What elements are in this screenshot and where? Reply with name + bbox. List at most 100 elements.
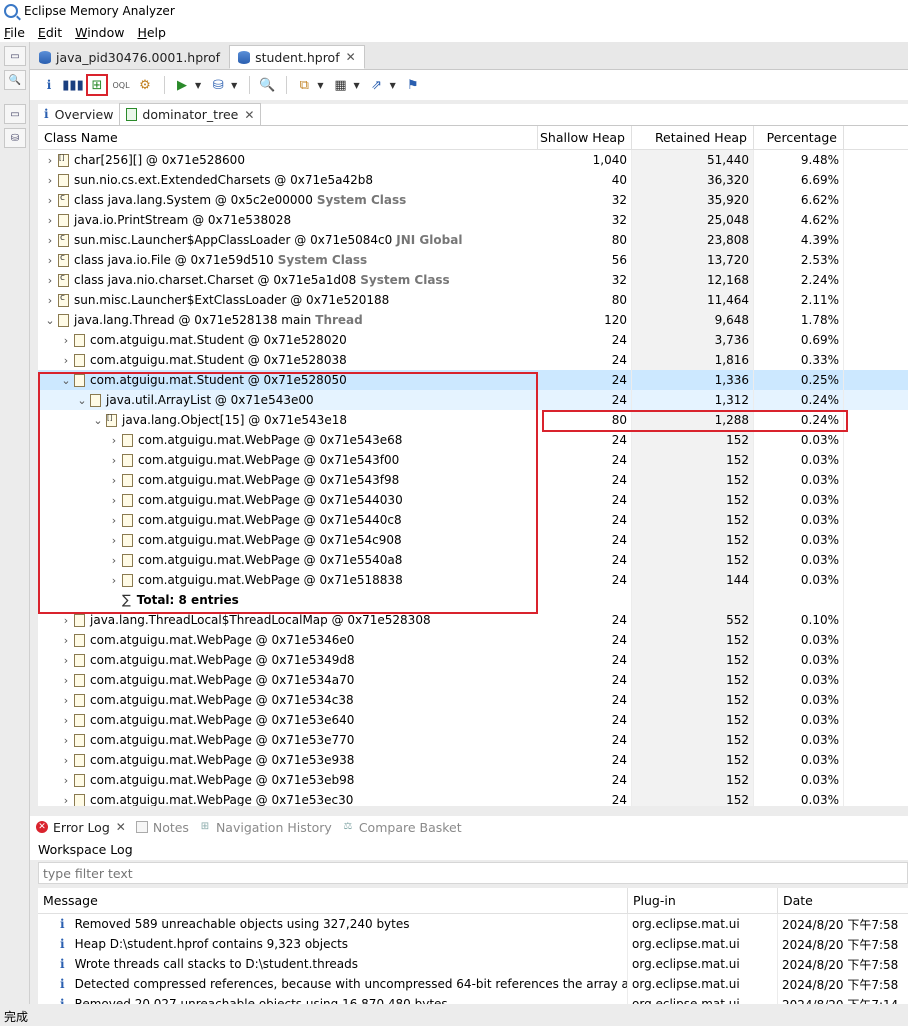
histogram-icon[interactable]: ▮▮▮ — [62, 74, 84, 96]
log-row[interactable]: i Removed 589 unreachable objects using 3… — [38, 914, 908, 934]
chevron-right-icon[interactable]: › — [106, 534, 122, 547]
column-plugin[interactable]: Plug-in — [628, 888, 778, 914]
export-icon[interactable]: ⇗ — [366, 74, 388, 96]
chevron-right-icon[interactable]: › — [106, 574, 122, 587]
search-icon[interactable]: 🔍 — [256, 74, 278, 96]
table-row[interactable]: › class java.lang.System @ 0x5c2e00000Sys… — [38, 190, 908, 210]
table-row[interactable]: › com.atguigu.mat.WebPage @ 0x71e53ec30 24… — [38, 790, 908, 806]
overview-info-icon[interactable]: i — [38, 74, 60, 96]
table-row[interactable]: › char[256][] @ 0x71e528600 1,04051,4409.4… — [38, 150, 908, 170]
menu-window[interactable]: Window — [75, 25, 124, 40]
chevron-right-icon[interactable]: › — [58, 734, 74, 747]
table-row[interactable]: › java.lang.ThreadLocal$ThreadLocalMap @ … — [38, 610, 908, 630]
menu-file[interactable]: File — [4, 25, 25, 40]
table-row[interactable]: › com.atguigu.mat.WebPage @ 0x71e543f98 24… — [38, 470, 908, 490]
table-row[interactable]: › com.atguigu.mat.WebPage @ 0x71e543e68 24… — [38, 430, 908, 450]
log-row[interactable]: i Removed 20,027 unreachable objects usin… — [38, 994, 908, 1004]
chevron-down-icon[interactable]: ▼ — [390, 81, 396, 90]
chevron-right-icon[interactable]: › — [58, 694, 74, 707]
run-report-icon[interactable]: ▶ — [171, 74, 193, 96]
tab-notes[interactable]: Notes — [135, 820, 189, 835]
restore-icon-2[interactable]: ▭ — [4, 104, 26, 124]
menu-edit[interactable]: Edit — [38, 25, 62, 40]
table-row[interactable]: › com.atguigu.mat.Student @ 0x71e528020 24… — [38, 330, 908, 350]
menu-help[interactable]: Help — [137, 25, 166, 40]
chevron-down-icon[interactable]: ▼ — [195, 81, 201, 90]
tab-student-hprof[interactable]: student.hprof ✕ — [229, 45, 365, 69]
chevron-right-icon[interactable]: › — [106, 454, 122, 467]
chevron-right-icon[interactable]: › — [58, 674, 74, 687]
table-row[interactable]: › com.atguigu.mat.WebPage @ 0x71e53e640 24… — [38, 710, 908, 730]
column-shallow-heap[interactable]: Shallow Heap — [538, 126, 632, 150]
restore-icon[interactable]: ▭ — [4, 46, 26, 66]
chevron-right-icon[interactable]: › — [42, 214, 58, 227]
table-row[interactable]: › com.atguigu.mat.WebPage @ 0x71e5346e0 24… — [38, 630, 908, 650]
tab-navigation-history[interactable]: ⊞ Navigation History — [199, 820, 332, 835]
close-icon[interactable]: ✕ — [116, 820, 126, 834]
column-message[interactable]: Message — [38, 888, 628, 914]
chevron-right-icon[interactable]: › — [42, 254, 58, 267]
table-row[interactable]: › com.atguigu.mat.WebPage @ 0x71e5540a8 24… — [38, 550, 908, 570]
pin-icon[interactable]: ⚑ — [402, 74, 424, 96]
table-row[interactable]: › com.atguigu.mat.WebPage @ 0x71e53eb98 24… — [38, 770, 908, 790]
chevron-right-icon[interactable]: › — [106, 494, 122, 507]
group-by-icon[interactable]: ⧉ — [293, 74, 315, 96]
close-icon[interactable]: ✕ — [244, 108, 254, 122]
chevron-down-icon[interactable]: ▼ — [317, 81, 323, 90]
chevron-right-icon[interactable]: › — [42, 274, 58, 287]
oql-icon[interactable]: OQL — [110, 74, 132, 96]
chevron-down-icon[interactable]: ▼ — [231, 81, 237, 90]
chevron-right-icon[interactable]: › — [42, 174, 58, 187]
table-row[interactable]: › class java.nio.charset.Charset @ 0x71e5… — [38, 270, 908, 290]
table-row[interactable]: › sun.nio.cs.ext.ExtendedCharsets @ 0x71e… — [38, 170, 908, 190]
chevron-down-icon[interactable]: ⌄ — [90, 414, 106, 427]
chevron-right-icon[interactable]: › — [42, 154, 58, 167]
table-row[interactable]: › com.atguigu.mat.WebPage @ 0x71e5440c8 24… — [38, 510, 908, 530]
table-row[interactable]: › java.io.PrintStream @ 0x71e538028 32 25,0… — [38, 210, 908, 230]
inspector-icon[interactable]: 🔍 — [4, 70, 26, 90]
tab-error-log[interactable]: ✕ Error Log ✕ — [36, 820, 126, 835]
table-row[interactable]: › com.atguigu.mat.WebPage @ 0x71e518838 24… — [38, 570, 908, 590]
query-browser-icon[interactable]: ⛁ — [207, 74, 229, 96]
close-icon[interactable]: ✕ — [346, 50, 356, 64]
table-row[interactable]: › com.atguigu.mat.WebPage @ 0x71e534a70 24… — [38, 670, 908, 690]
chevron-down-icon[interactable]: ⌄ — [42, 314, 58, 327]
chevron-right-icon[interactable]: › — [42, 294, 58, 307]
calculator-icon[interactable]: ▦ — [329, 74, 351, 96]
table-row[interactable]: › com.atguigu.mat.WebPage @ 0x71e53e938 24… — [38, 750, 908, 770]
tab-compare-basket[interactable]: ⚖ Compare Basket — [342, 820, 461, 835]
log-row[interactable]: i Heap D:\student.hprof contains 9,323 ob… — [38, 934, 908, 954]
chevron-right-icon[interactable]: › — [58, 354, 74, 367]
chevron-right-icon[interactable]: › — [42, 234, 58, 247]
table-row[interactable]: ⌄ java.util.ArrayList @ 0x71e543e00 24 1,31… — [38, 390, 908, 410]
chevron-down-icon[interactable]: ⌄ — [58, 374, 74, 387]
chevron-right-icon[interactable]: › — [58, 794, 74, 807]
heap-dump-history-icon[interactable]: ⛁ — [4, 128, 26, 148]
table-row[interactable]: ⌄ com.atguigu.mat.Student @ 0x71e528050 24… — [38, 370, 908, 390]
table-row[interactable]: › sun.misc.Launcher$AppClassLoader @ 0x71… — [38, 230, 908, 250]
table-row[interactable]: › com.atguigu.mat.WebPage @ 0x71e534c38 24… — [38, 690, 908, 710]
table-row[interactable]: › com.atguigu.mat.Student @ 0x71e528038 24… — [38, 350, 908, 370]
chevron-right-icon[interactable]: › — [58, 754, 74, 767]
table-row[interactable]: › com.atguigu.mat.WebPage @ 0x71e53e770 24… — [38, 730, 908, 750]
table-row[interactable]: › sun.misc.Launcher$ExtClassLoader @ 0x71… — [38, 290, 908, 310]
table-row[interactable]: › com.atguigu.mat.WebPage @ 0x71e5349d8 24… — [38, 650, 908, 670]
tab-java-pid-hprof[interactable]: java_pid30476.0001.hprof — [30, 45, 229, 69]
table-row[interactable]: › class java.io.File @ 0x71e59d510System … — [38, 250, 908, 270]
chevron-right-icon[interactable]: › — [106, 554, 122, 567]
chevron-right-icon[interactable]: › — [58, 334, 74, 347]
chevron-down-icon[interactable]: ⌄ — [74, 394, 90, 407]
column-retained-heap[interactable]: Retained Heap — [632, 126, 754, 150]
table-row[interactable]: › com.atguigu.mat.WebPage @ 0x71e544030 24… — [38, 490, 908, 510]
table-row[interactable]: › com.atguigu.mat.WebPage @ 0x71e54c908 24… — [38, 530, 908, 550]
chevron-right-icon[interactable]: › — [106, 434, 122, 447]
chevron-down-icon[interactable]: ▼ — [353, 81, 359, 90]
chevron-right-icon[interactable]: › — [106, 474, 122, 487]
table-row[interactable]: ⌄ java.lang.Thread @ 0x71e528138 main Thre… — [38, 310, 908, 330]
chevron-right-icon[interactable]: › — [58, 634, 74, 647]
tab-overview[interactable]: i Overview — [38, 103, 119, 125]
log-row[interactable]: i Detected compressed references, because… — [38, 974, 908, 994]
column-date[interactable]: Date — [778, 888, 908, 914]
table-row[interactable]: › com.atguigu.mat.WebPage @ 0x71e543f00 24… — [38, 450, 908, 470]
chevron-right-icon[interactable]: › — [58, 714, 74, 727]
